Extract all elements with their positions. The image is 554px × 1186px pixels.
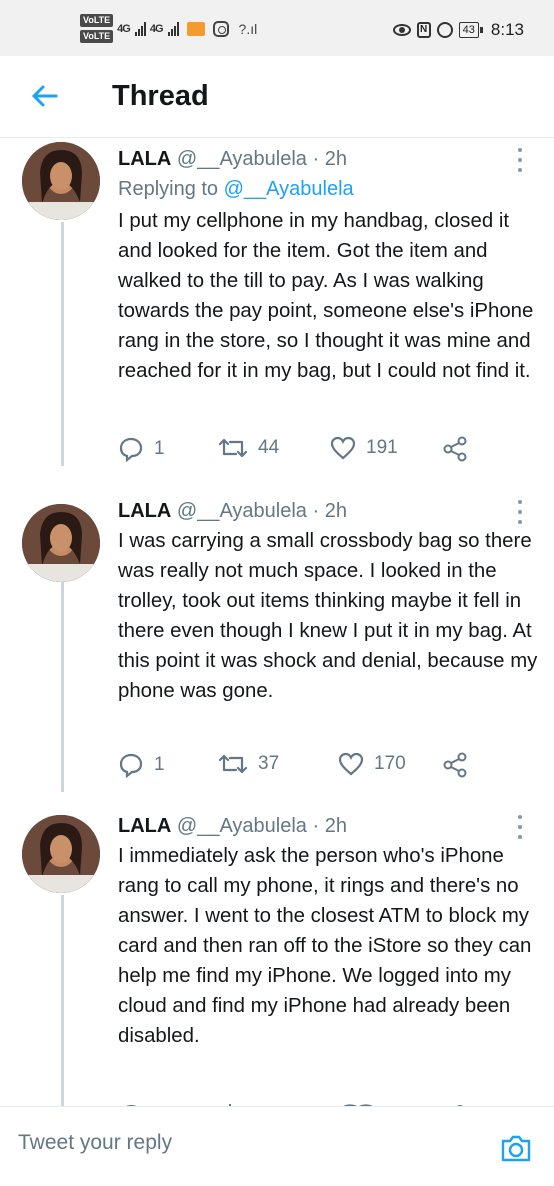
- more-icon[interactable]: [515, 815, 525, 839]
- like-button[interactable]: 191: [330, 436, 398, 460]
- more-icon[interactable]: [515, 148, 525, 172]
- replying-to-label: Replying to: [118, 178, 224, 200]
- thread-connector: [61, 286, 64, 466]
- reply-count: 1: [154, 438, 165, 459]
- reply-button[interactable]: 1: [118, 752, 165, 778]
- timestamp: · 2h: [312, 148, 347, 170]
- like-button[interactable]: 170: [338, 752, 406, 776]
- tweet-actions: 1 44 191: [118, 436, 538, 466]
- back-arrow-icon[interactable]: [30, 82, 58, 110]
- instagram-icon: [212, 20, 229, 37]
- network-type-1: 4G: [117, 22, 131, 35]
- reply-button[interactable]: 1: [118, 436, 165, 462]
- replying-to: Replying to @__Ayabulela: [118, 176, 354, 202]
- retweet-icon: [218, 438, 248, 458]
- share-button[interactable]: [442, 436, 468, 462]
- timestamp: · 2h: [312, 500, 347, 522]
- timestamp: · 2h: [312, 815, 347, 837]
- status-icons-right: N 43 8:13: [392, 20, 524, 40]
- app-header: Thread: [0, 56, 554, 138]
- alarm-icon: [436, 22, 453, 38]
- clock: 8:13: [490, 20, 524, 39]
- like-count: 191: [366, 437, 398, 458]
- reply-icon: [119, 437, 143, 462]
- status-icons-left: VoLTE VoLTE 4G 4G ?.ıl: [80, 14, 257, 43]
- eye-comfort-icon: [392, 24, 411, 36]
- status-bar: VoLTE VoLTE 4G 4G ?.ıl N 43 8:13: [0, 0, 554, 56]
- volte-badge-bottom: VoLTE: [80, 30, 114, 43]
- page-title: Thread: [112, 80, 209, 112]
- retweet-count: 44: [258, 437, 280, 458]
- avatar[interactable]: [22, 504, 100, 582]
- thread-connector: [61, 895, 64, 1106]
- tweet-reply-input[interactable]: [18, 1131, 468, 1155]
- notification-app-icon: [186, 21, 205, 36]
- retweet-button[interactable]: 44: [218, 436, 279, 460]
- like-count: 170: [374, 753, 406, 774]
- battery-indicator: 43: [458, 22, 484, 38]
- more-icon[interactable]: [515, 500, 525, 524]
- avatar[interactable]: [22, 142, 100, 220]
- share-icon: [443, 752, 467, 778]
- handle[interactable]: @__Ayabulela: [177, 148, 307, 170]
- like-icon: [338, 752, 364, 776]
- display-name[interactable]: LALA: [118, 148, 171, 170]
- retweet-count: 37: [258, 753, 280, 774]
- reply-bar: [0, 1106, 554, 1186]
- tweet-actions: 1 37 170: [118, 752, 538, 782]
- network-type-2: 4G: [149, 22, 164, 35]
- volte-badge-top: VoLTE: [80, 14, 114, 27]
- share-icon: [443, 436, 467, 462]
- handle[interactable]: @__Ayabulela: [177, 815, 307, 837]
- signal-question-icon: ?.ıl: [238, 20, 258, 37]
- reply-count: 1: [154, 754, 165, 775]
- tweet-header: LALA @__Ayabulela · 2h: [118, 146, 347, 172]
- like-icon: [330, 436, 356, 460]
- handle[interactable]: @__Ayabulela: [177, 500, 307, 522]
- thread-connector: [61, 582, 64, 792]
- camera-icon[interactable]: [500, 1133, 532, 1163]
- nfc-icon: N: [416, 22, 431, 38]
- retweet-button[interactable]: 37: [218, 752, 279, 776]
- share-button[interactable]: [442, 752, 468, 778]
- display-name[interactable]: LALA: [118, 500, 171, 522]
- tweet-header: LALA @__Ayabulela · 2h: [118, 813, 347, 839]
- tweet-text: I immediately ask the person who's iPhon…: [118, 845, 532, 1047]
- signal-bars-1-icon: [134, 21, 146, 36]
- reply-icon: [119, 753, 143, 778]
- retweet-icon: [218, 754, 248, 774]
- tweet-header: LALA @__Ayabulela · 2h: [118, 498, 347, 524]
- display-name[interactable]: LALA: [118, 815, 171, 837]
- replying-to-handle[interactable]: @__Ayabulela: [224, 178, 354, 200]
- volte-indicators: VoLTE VoLTE: [80, 14, 114, 43]
- thread-connector: [61, 222, 64, 286]
- tweet-text: I was carrying a small crossbody bag so …: [118, 530, 538, 702]
- signal-bars-2-icon: [167, 21, 179, 36]
- tweet-text: I put my cellphone in my handbag, closed…: [118, 210, 534, 382]
- partial-tweet-actions: [118, 1098, 498, 1106]
- avatar[interactable]: [22, 815, 100, 893]
